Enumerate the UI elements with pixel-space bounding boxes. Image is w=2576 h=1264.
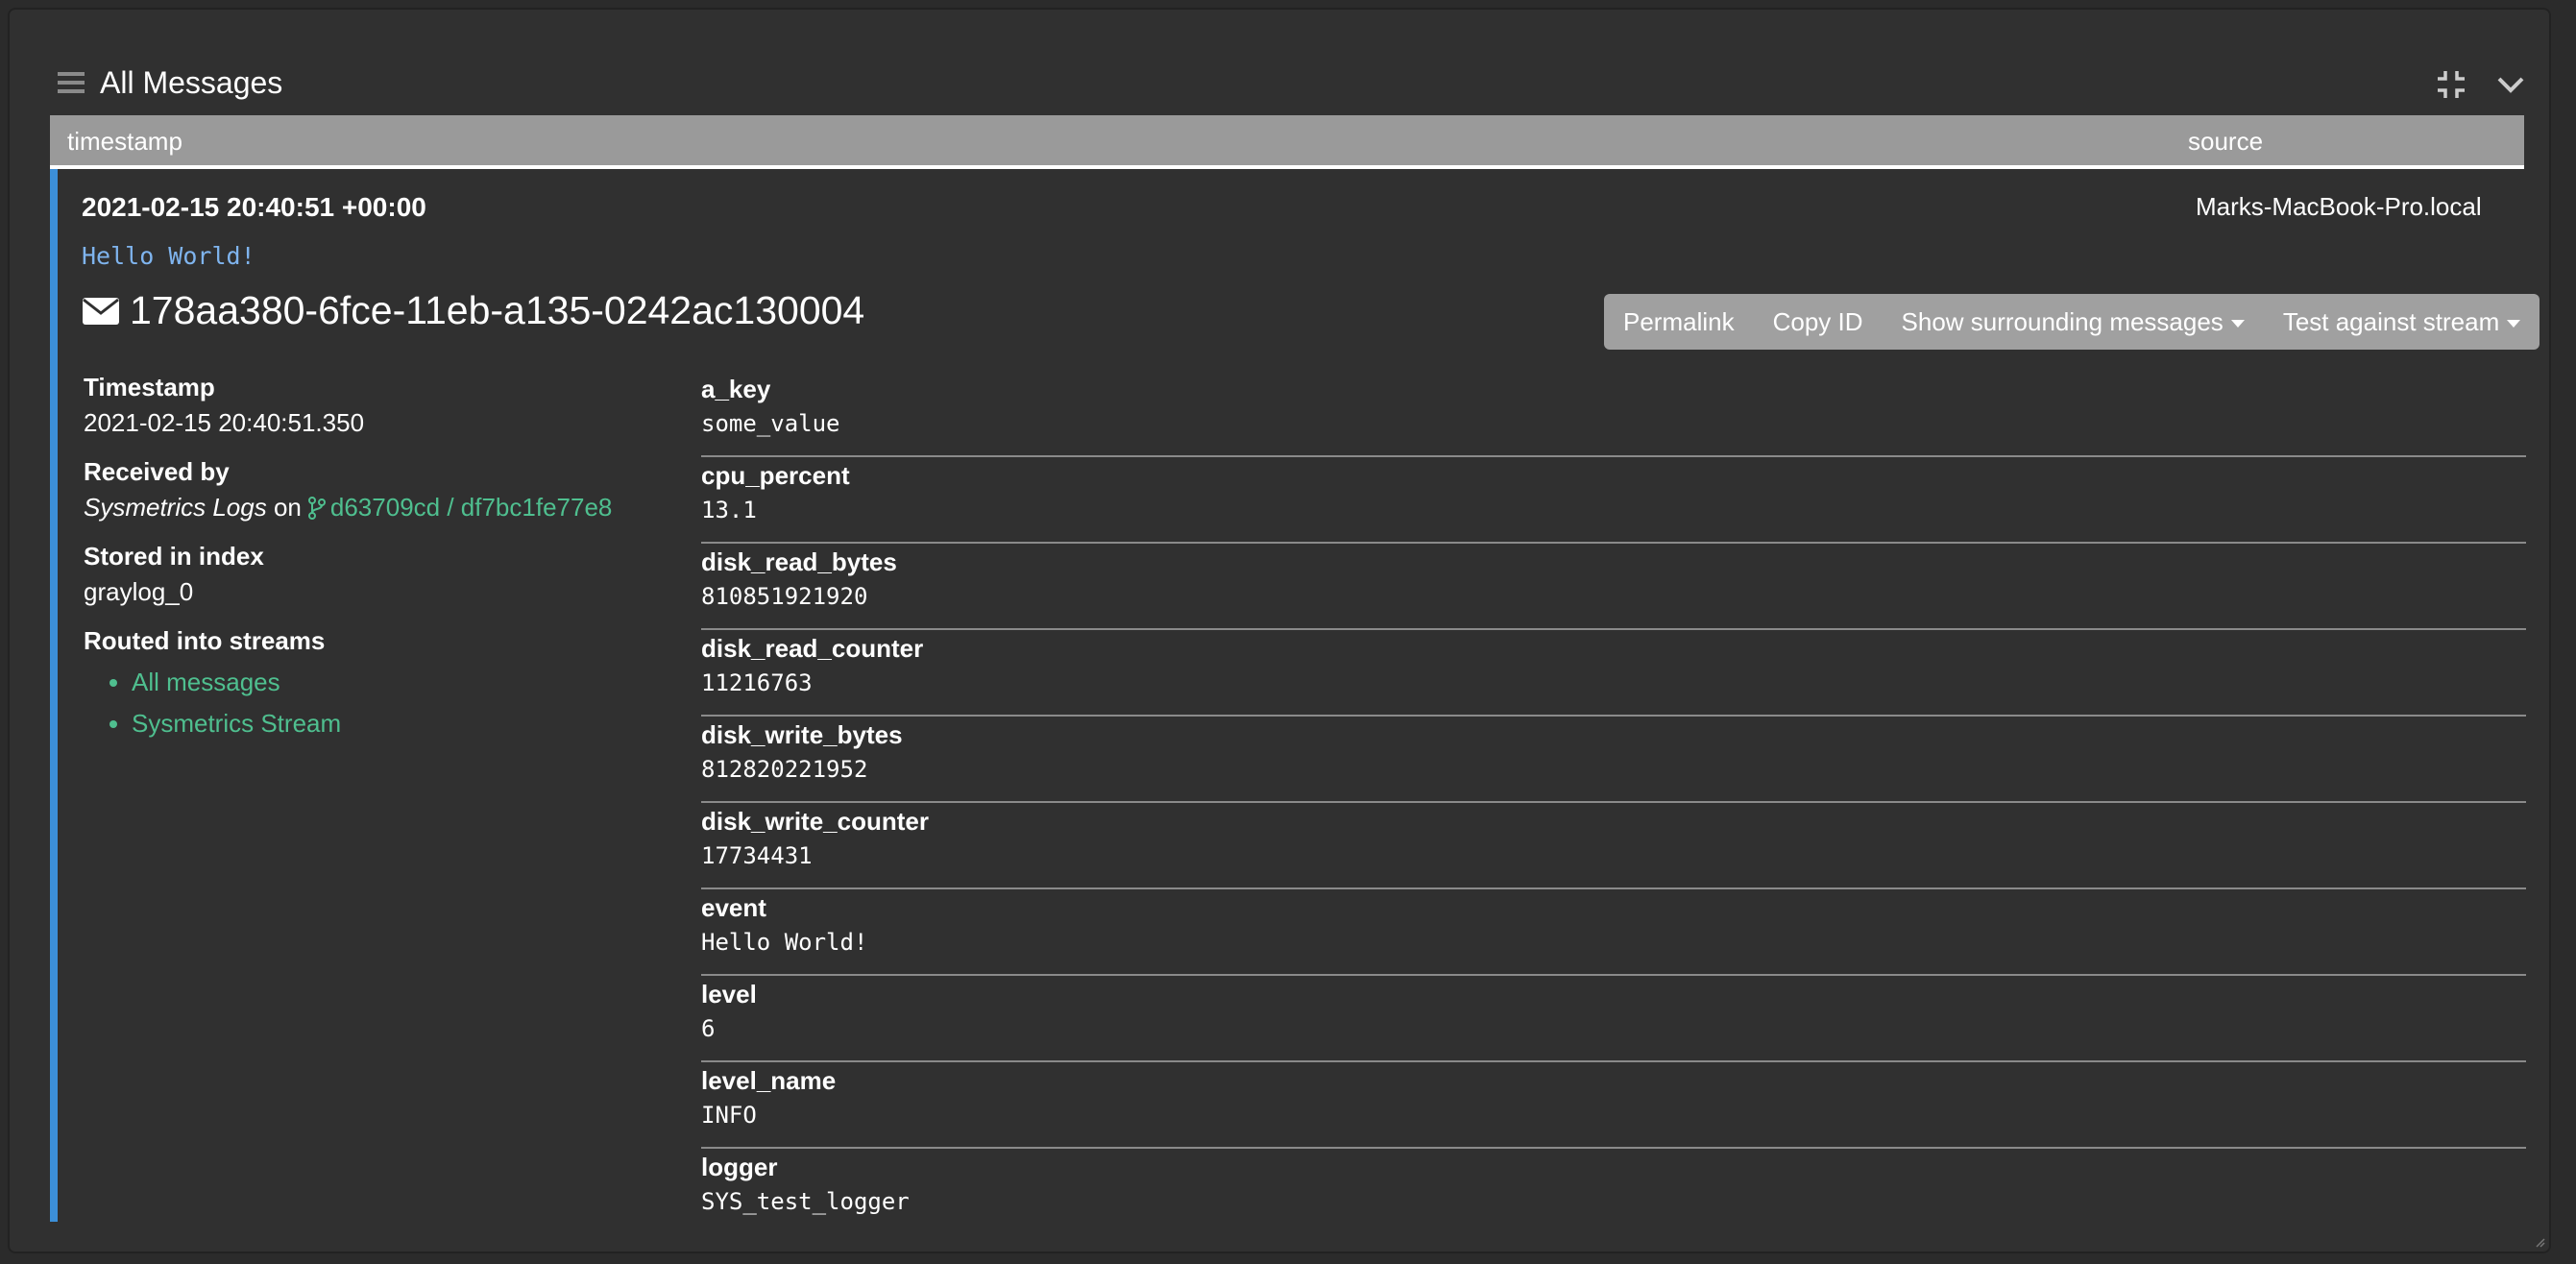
received-by-value: Sysmetrics Logs on d63709cd / df7bc1fe77e…	[84, 493, 660, 523]
permalink-button[interactable]: Permalink	[1604, 294, 1754, 350]
stream-link-all-messages[interactable]: All messages	[132, 668, 660, 697]
field-row: disk_read_counter 11216763	[701, 630, 2526, 717]
field-name[interactable]: disk_write_counter	[701, 807, 2526, 837]
field-row: a_key some_value	[701, 371, 2526, 457]
field-row: disk_read_bytes 810851921920	[701, 544, 2526, 630]
field-name[interactable]: level	[701, 980, 2526, 1009]
field-name[interactable]: level_name	[701, 1066, 2526, 1096]
stored-in-index-label: Stored in index	[84, 542, 264, 571]
column-header-source[interactable]: source	[2188, 127, 2263, 157]
timestamp-label: Timestamp	[84, 373, 215, 401]
copy-id-button[interactable]: Copy ID	[1754, 294, 1883, 350]
field-name[interactable]: event	[701, 893, 2526, 923]
minimize-icon[interactable]	[2434, 67, 2468, 102]
chevron-down-icon[interactable]	[2493, 67, 2528, 102]
routed-streams-label: Routed into streams	[84, 626, 326, 655]
message-id-heading: 178aa380-6fce-11eb-a135-0242ac130004	[82, 288, 864, 333]
field-name[interactable]: cpu_percent	[701, 461, 2526, 491]
index-value: graylog_0	[84, 577, 194, 606]
field-value: INFO	[701, 1102, 757, 1129]
message-actions: Permalink Copy ID Show surrounding messa…	[1604, 294, 2540, 350]
resize-handle-icon[interactable]	[2534, 1236, 2545, 1248]
caret-down-icon	[2507, 320, 2521, 328]
field-value: SYS_test_logger	[701, 1188, 910, 1215]
field-name[interactable]: a_key	[701, 375, 2526, 404]
field-value: Hello World!	[701, 929, 868, 956]
field-row: cpu_percent 13.1	[701, 457, 2526, 544]
field-name[interactable]: disk_write_bytes	[701, 720, 2526, 750]
message-row[interactable]: 2021-02-15 20:40:51 +00:00 Marks-MacBook…	[50, 169, 2540, 1222]
message-id: 178aa380-6fce-11eb-a135-0242ac130004	[130, 288, 865, 332]
field-value: 6	[701, 1015, 716, 1042]
field-name[interactable]: disk_read_counter	[701, 634, 2526, 664]
timestamp-value: 2021-02-15 20:40:51.350	[84, 408, 365, 437]
messages-widget: All Messages timestamp source 2021-02-15…	[8, 8, 2551, 1253]
field-value: 11216763	[701, 669, 813, 696]
field-name[interactable]: disk_read_bytes	[701, 547, 2526, 577]
received-by-label: Received by	[84, 457, 230, 486]
input-name: Sysmetrics Logs	[84, 493, 267, 522]
test-against-stream-button[interactable]: Test against stream	[2264, 294, 2540, 350]
envelope-icon	[83, 297, 119, 325]
field-name[interactable]: logger	[701, 1153, 2526, 1182]
show-surrounding-messages-button[interactable]: Show surrounding messages	[1883, 294, 2264, 350]
node-link[interactable]: d63709cd / df7bc1fe77e8	[330, 493, 612, 522]
field-value: 13.1	[701, 497, 757, 523]
field-row: level_name INFO	[701, 1062, 2526, 1149]
stream-link-sysmetrics[interactable]: Sysmetrics Stream	[132, 709, 660, 739]
message-metadata: Timestamp 2021-02-15 20:40:51.350 Receiv…	[84, 373, 660, 758]
field-value: some_value	[701, 410, 840, 437]
received-on-text: on	[273, 493, 302, 522]
field-value: 17734431	[701, 842, 813, 869]
field-value: 812820221952	[701, 756, 868, 783]
table-header: timestamp source	[50, 115, 2524, 169]
widget-title: All Messages	[100, 65, 283, 100]
drag-handle-icon[interactable]	[58, 71, 85, 94]
message-text: Hello World!	[82, 242, 255, 270]
field-row: logger SYS_test_logger	[701, 1149, 2526, 1235]
show-surrounding-label: Show surrounding messages	[1901, 307, 2224, 336]
field-row: level 6	[701, 976, 2526, 1062]
field-row: event Hello World!	[701, 889, 2526, 976]
messages-table: timestamp source 2021-02-15 20:40:51 +00…	[50, 115, 2540, 1222]
test-against-stream-label: Test against stream	[2282, 307, 2500, 336]
field-row: disk_write_counter 17734431	[701, 803, 2526, 889]
message-fields: a_key some_value cpu_percent 13.1 disk_r…	[701, 371, 2526, 1235]
field-row: disk_write_bytes 812820221952	[701, 717, 2526, 803]
code-branch-icon	[307, 497, 326, 520]
message-timestamp: 2021-02-15 20:40:51 +00:00	[82, 192, 426, 222]
field-value: 810851921920	[701, 583, 868, 610]
widget-header: All Messages	[48, 58, 2528, 111]
caret-down-icon	[2230, 320, 2245, 328]
column-header-timestamp[interactable]: timestamp	[67, 127, 182, 157]
message-source: Marks-MacBook-Pro.local	[2196, 192, 2482, 221]
streams-list: All messages Sysmetrics Stream	[84, 668, 660, 739]
